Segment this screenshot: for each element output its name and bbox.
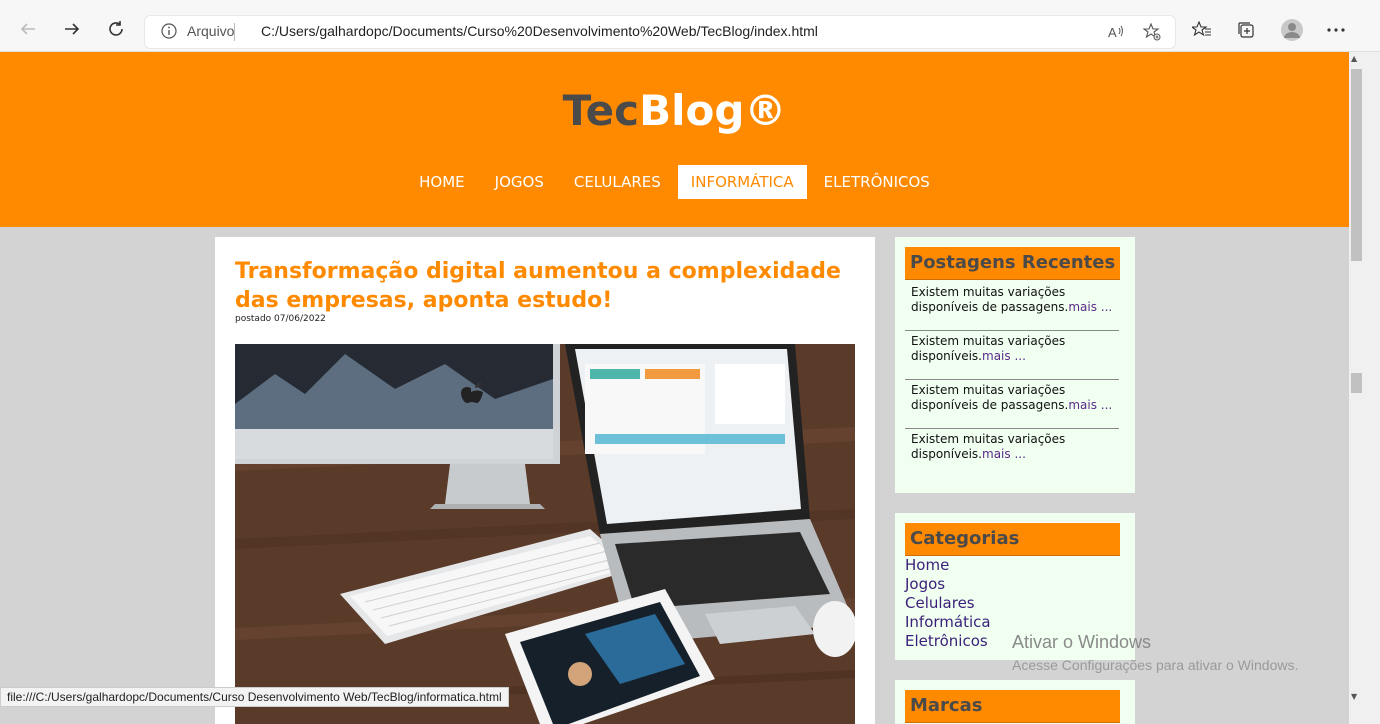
address-bar[interactable]: Arquivo C:/Users/galhardopc/Documents/Cu… bbox=[144, 15, 1176, 49]
reload-button[interactable] bbox=[101, 14, 131, 44]
menu-item-home[interactable]: HOME bbox=[406, 165, 478, 199]
category-link-home[interactable]: Home bbox=[905, 556, 991, 575]
read-aloud-icon[interactable]: A bbox=[1107, 22, 1127, 42]
article-image bbox=[235, 344, 855, 724]
site-logo[interactable]: TecBlog® bbox=[0, 86, 1349, 135]
recent-post-text: Existem muitas variações disponíveis de … bbox=[911, 285, 1069, 314]
recent-posts-heading: Postagens Recentes bbox=[905, 247, 1120, 280]
article-date: postado 07/06/2022 bbox=[235, 314, 326, 324]
scrollbar-marker bbox=[1351, 373, 1362, 393]
categories-list: Home Jogos Celulares Informática Eletrôn… bbox=[905, 556, 991, 651]
favorites-icon[interactable] bbox=[1190, 18, 1214, 42]
windows-activation-subtitle: Acesse Configurações para ativar o Windo… bbox=[1012, 657, 1299, 673]
url-text[interactable]: C:/Users/galhardopc/Documents/Curso%20De… bbox=[261, 23, 818, 39]
category-link-informatica[interactable]: Informática bbox=[905, 613, 991, 632]
read-more-link[interactable]: mais ... bbox=[1068, 398, 1112, 412]
article-title: Transformação digital aumentou a complex… bbox=[235, 259, 841, 313]
menu-item-informatica[interactable]: INFORMÁTICA bbox=[677, 165, 807, 199]
logo-blog: Blog® bbox=[639, 86, 787, 135]
collections-icon[interactable] bbox=[1234, 18, 1258, 42]
logo-tec: Tec bbox=[562, 86, 640, 135]
browser-toolbar: Arquivo C:/Users/galhardopc/Documents/Cu… bbox=[0, 0, 1380, 52]
site-header: TecBlog® HOME JOGOS CELULARES INFORMÁTIC… bbox=[0, 52, 1349, 227]
categories-heading: Categorias bbox=[905, 523, 1120, 556]
page-viewport: TecBlog® HOME JOGOS CELULARES INFORMÁTIC… bbox=[0, 52, 1349, 724]
page-scrollbar[interactable]: ▲ ▼ bbox=[1349, 52, 1380, 724]
computers-desk-photo bbox=[235, 344, 855, 724]
brands-widget: Marcas bbox=[895, 680, 1135, 724]
scroll-up-arrow-icon[interactable]: ▲ bbox=[1351, 54, 1357, 63]
recent-post-text: Existem muitas variações disponíveis de … bbox=[911, 383, 1069, 412]
read-more-link[interactable]: mais ... bbox=[982, 349, 1026, 363]
read-more-link[interactable]: mais ... bbox=[1068, 300, 1112, 314]
more-options-icon[interactable] bbox=[1324, 18, 1348, 42]
brands-heading: Marcas bbox=[905, 690, 1120, 723]
article-card: Transformação digital aumentou a complex… bbox=[215, 237, 875, 724]
menu-item-celulares[interactable]: CELULARES bbox=[561, 165, 674, 199]
menu-item-jogos[interactable]: JOGOS bbox=[482, 165, 557, 199]
recent-post-4: Existem muitas variações disponíveis.mai… bbox=[905, 432, 1125, 462]
menu-item-eletronicos[interactable]: ELETRÔNICOS bbox=[811, 165, 943, 199]
scroll-down-arrow-icon[interactable]: ▼ bbox=[1351, 692, 1357, 701]
read-more-link[interactable]: mais ... bbox=[982, 447, 1026, 461]
add-favorite-icon[interactable] bbox=[1142, 22, 1162, 42]
profile-avatar-icon[interactable] bbox=[1280, 18, 1304, 42]
back-button[interactable] bbox=[13, 14, 43, 44]
recent-post-2: Existem muitas variações disponíveis.mai… bbox=[905, 334, 1125, 364]
forward-arrow-icon bbox=[65, 23, 80, 35]
address-label: Arquivo bbox=[187, 23, 235, 39]
category-link-jogos[interactable]: Jogos bbox=[905, 575, 991, 594]
recent-posts-widget: Postagens Recentes Existem muitas variaç… bbox=[895, 237, 1135, 493]
link-status-bar: file:///C:/Users/galhardopc/Documents/Cu… bbox=[0, 687, 509, 707]
recent-post-1: Existem muitas variações disponíveis de … bbox=[905, 285, 1125, 315]
back-arrow-icon bbox=[20, 23, 35, 35]
info-icon[interactable] bbox=[161, 23, 177, 43]
reload-icon bbox=[109, 21, 123, 36]
address-separator bbox=[234, 23, 235, 41]
category-link-celulares[interactable]: Celulares bbox=[905, 594, 991, 613]
post-divider bbox=[905, 428, 1119, 429]
windows-activation-title: Ativar o Windows bbox=[1012, 632, 1152, 652]
post-divider bbox=[905, 330, 1119, 331]
svg-text:A: A bbox=[1108, 25, 1117, 40]
recent-post-3: Existem muitas variações disponíveis de … bbox=[905, 383, 1125, 413]
post-divider bbox=[905, 379, 1119, 380]
category-link-eletronicos[interactable]: Eletrônicos bbox=[905, 632, 991, 651]
scrollbar-thumb[interactable] bbox=[1351, 69, 1362, 261]
forward-button[interactable] bbox=[57, 14, 87, 44]
main-menu: HOME JOGOS CELULARES INFORMÁTICA ELETRÔN… bbox=[0, 165, 1349, 199]
